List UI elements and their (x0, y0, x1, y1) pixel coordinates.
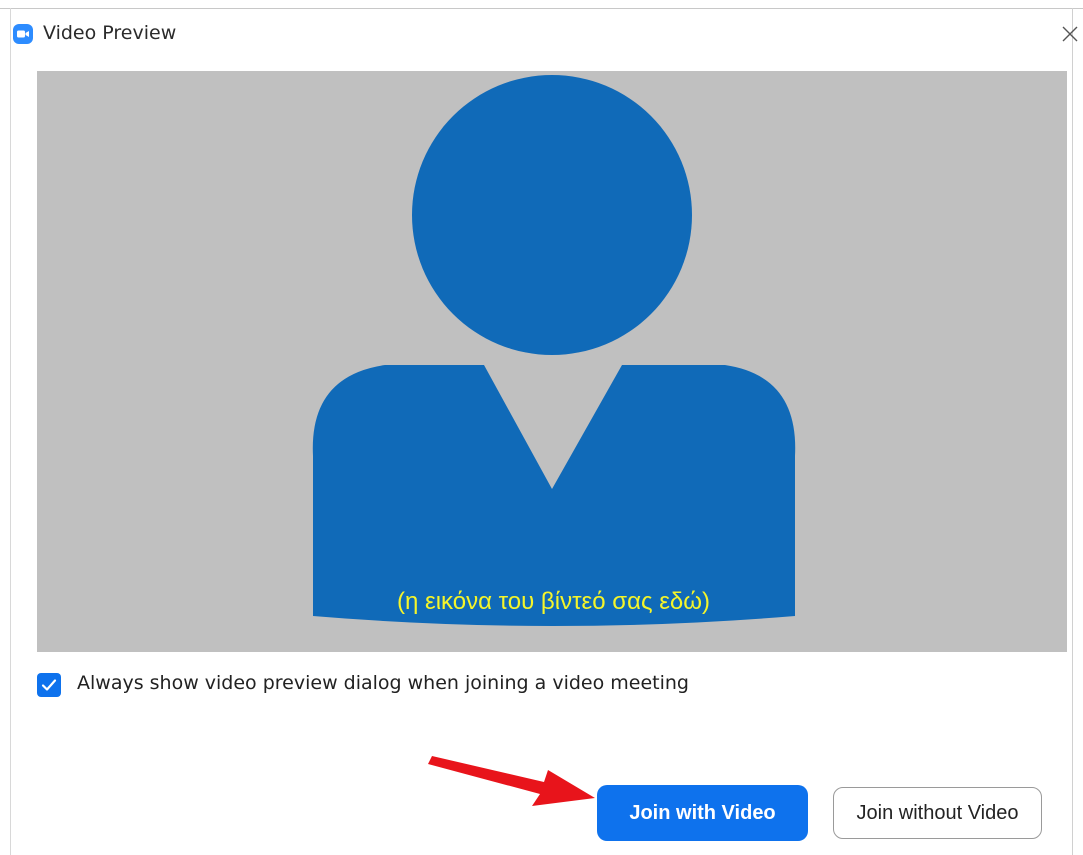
window-left-border (10, 8, 11, 855)
always-show-preview-checkbox[interactable] (37, 673, 61, 697)
preview-caption: (η εικόνα του βίντεό σας εδώ) (397, 588, 710, 615)
video-preview-window: Video Preview (η εικόνα του βίντεό σας ε… (0, 0, 1083, 855)
red-arrow-icon (428, 756, 595, 806)
window-right-border (1072, 8, 1073, 855)
join-without-video-button[interactable]: Join without Video (833, 787, 1042, 839)
close-button[interactable] (1058, 22, 1082, 46)
close-icon (1062, 26, 1078, 42)
checkmark-icon (41, 679, 57, 691)
zoom-camera-icon (13, 24, 33, 44)
title-bar: Video Preview (11, 9, 1078, 55)
always-show-preview-label: Always show video preview dialog when jo… (77, 672, 689, 694)
person-silhouette-icon (312, 75, 796, 626)
join-with-video-button[interactable]: Join with Video (597, 785, 808, 841)
video-preview-area: (η εικόνα του βίντεό σας εδώ) (37, 71, 1067, 652)
window-title: Video Preview (43, 22, 177, 44)
